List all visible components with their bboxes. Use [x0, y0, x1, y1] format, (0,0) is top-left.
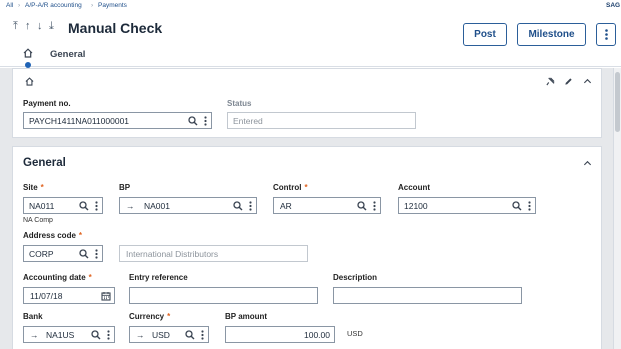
edit-icon[interactable]: [564, 77, 573, 86]
entry-reference-label: Entry reference: [129, 273, 188, 282]
address-code-value: CORP: [29, 249, 54, 259]
address-name-field: International Distributors: [119, 245, 308, 262]
brand-logo: SAG: [606, 2, 621, 9]
arrow-right-icon[interactable]: →: [30, 330, 39, 340]
kebab-icon[interactable]: [249, 201, 252, 211]
header-card: Payment no. PAYCH1411NA011000001 Status …: [12, 68, 602, 138]
post-button[interactable]: Post: [463, 23, 507, 46]
breadcrumb-item-payments[interactable]: Payments: [98, 2, 127, 9]
home-icon[interactable]: [23, 48, 33, 58]
page-title: Manual Check: [68, 20, 163, 36]
chevron-right-icon: ›: [91, 2, 94, 9]
main-content: Payment no. PAYCH1411NA011000001 Status …: [0, 68, 621, 349]
payment-no-value: PAYCH1411NA011000001: [29, 116, 130, 126]
kebab-icon[interactable]: [95, 201, 98, 211]
last-record-icon[interactable]: ⤓: [49, 20, 54, 32]
chevron-right-icon: ›: [18, 2, 21, 9]
first-record-icon[interactable]: ⤒: [13, 20, 18, 32]
chevron-up-icon[interactable]: [583, 77, 592, 86]
status-field: Entered: [227, 112, 416, 129]
bp-value: NA001: [144, 201, 170, 211]
required-marker: *: [78, 231, 83, 240]
description-field[interactable]: [333, 287, 522, 304]
address-code-label: Address code *: [23, 231, 83, 240]
accounting-date-field[interactable]: 11/07/18: [23, 287, 115, 304]
required-marker: *: [304, 183, 308, 192]
search-icon[interactable]: [185, 330, 195, 340]
entry-reference-field[interactable]: [129, 287, 318, 304]
kebab-icon[interactable]: [95, 249, 98, 259]
calendar-icon[interactable]: [101, 291, 111, 301]
accounting-date-value: 11/07/18: [30, 291, 63, 301]
status-value: Entered: [233, 116, 263, 126]
kebab-icon[interactable]: [107, 330, 110, 340]
currency-field[interactable]: → USD: [129, 326, 209, 343]
required-marker: *: [167, 312, 171, 321]
next-record-icon[interactable]: ↓: [37, 20, 43, 32]
required-marker: *: [88, 273, 92, 282]
more-actions-button[interactable]: [596, 23, 616, 46]
payment-no-label: Payment no.: [23, 99, 71, 108]
previous-record-icon[interactable]: ↑: [25, 20, 31, 32]
currency-value: USD: [152, 330, 170, 340]
control-field[interactable]: AR: [273, 197, 381, 214]
section-title: General: [23, 157, 66, 169]
breadcrumb-item-ap-ar-accounting[interactable]: A/P-A/R accounting: [25, 2, 82, 9]
chevron-up-icon[interactable]: [583, 159, 592, 168]
bank-field[interactable]: → NA1US: [23, 326, 115, 343]
bp-amount-field[interactable]: 100.00: [225, 326, 335, 343]
bp-amount-value: 100.00: [304, 330, 330, 340]
pin-icon[interactable]: [546, 77, 555, 86]
bank-label: Bank: [23, 312, 43, 321]
home-icon[interactable]: [25, 77, 34, 86]
account-field[interactable]: 12100: [398, 197, 536, 214]
kebab-icon: [604, 29, 608, 40]
site-value: NA011: [29, 201, 55, 211]
bp-amount-currency: USD: [347, 329, 363, 338]
bank-value: NA1US: [46, 330, 75, 340]
scrollbar[interactable]: [613, 68, 621, 349]
scrollbar-thumb[interactable]: [615, 72, 620, 132]
currency-label: Currency *: [129, 312, 171, 321]
bp-amount-label: BP amount: [225, 312, 268, 321]
search-icon[interactable]: [357, 201, 367, 211]
address-name-value: International Distributors: [126, 249, 219, 259]
account-value: 12100: [404, 201, 428, 211]
search-icon[interactable]: [512, 201, 522, 211]
search-icon[interactable]: [233, 201, 243, 211]
control-label: Control *: [273, 183, 308, 192]
kebab-icon[interactable]: [201, 330, 204, 340]
search-icon[interactable]: [79, 201, 89, 211]
address-code-field[interactable]: CORP: [23, 245, 103, 262]
tab-general[interactable]: General: [50, 49, 85, 60]
status-label: Status: [227, 99, 252, 108]
search-icon[interactable]: [188, 116, 198, 126]
arrow-right-icon[interactable]: →: [136, 330, 145, 340]
breadcrumb: All › A/P-A/R accounting › Payments SAG: [0, 0, 621, 11]
bp-label: BP: [119, 183, 131, 192]
general-section: General Site * NA011 NA Comp BP → NA001 C…: [12, 146, 602, 349]
required-marker: *: [40, 183, 44, 192]
account-label: Account: [398, 183, 430, 192]
page-header: ⤒ ↑ ↓ ⤓ Manual Check Post Milestone Gene…: [0, 11, 621, 68]
description-label: Description: [333, 273, 378, 282]
bp-field[interactable]: → NA001: [119, 197, 257, 214]
kebab-icon[interactable]: [204, 116, 207, 126]
milestone-button[interactable]: Milestone: [517, 23, 586, 46]
kebab-icon[interactable]: [373, 201, 376, 211]
search-icon[interactable]: [79, 249, 89, 259]
accounting-date-label: Accounting date *: [23, 273, 92, 282]
kebab-icon[interactable]: [528, 201, 531, 211]
breadcrumb-item-all[interactable]: All: [6, 2, 13, 9]
arrow-right-icon[interactable]: →: [126, 201, 135, 211]
search-icon[interactable]: [91, 330, 101, 340]
payment-no-field[interactable]: PAYCH1411NA011000001: [23, 112, 212, 129]
site-field[interactable]: NA011: [23, 197, 103, 214]
site-label: Site *: [23, 183, 44, 192]
site-description: NA Comp: [23, 217, 53, 224]
control-value: AR: [280, 201, 292, 211]
